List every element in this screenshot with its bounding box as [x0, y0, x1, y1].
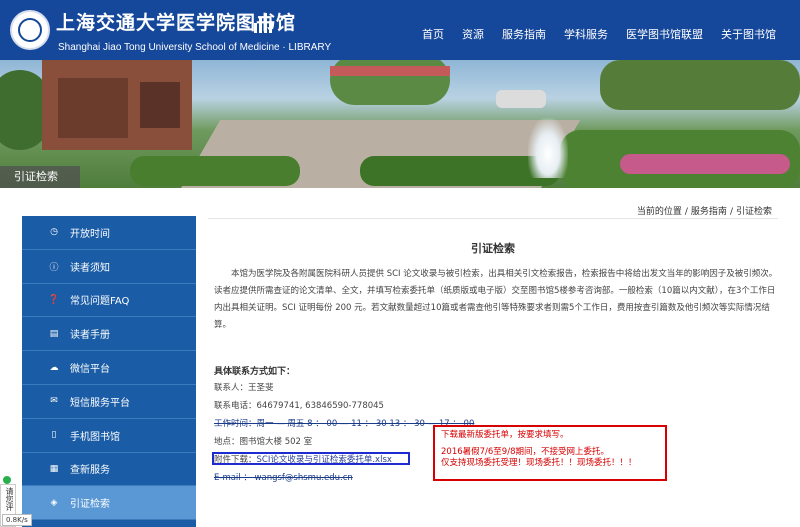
service-description: 本馆为医学院及各附属医院科研人员提供 SCI 论文收录与被引检索，出具相关引文检…	[214, 269, 778, 330]
sidebar-item-label: 读者手册	[70, 330, 110, 342]
network-speed-indicator: 0.8K/s	[2, 514, 32, 526]
nav-resources[interactable]: 资源	[462, 26, 484, 42]
sidebar-item-opening-hours[interactable]: ◷ 开放时间	[22, 216, 196, 250]
notice-onsite-only: 仅支持现场委托受理！现场委托！！现场委托！！！	[441, 458, 637, 468]
phone-icon: ▯	[51, 430, 57, 441]
breadcrumb: 当前的位置 / 服务指南 / 引证检索	[636, 207, 772, 217]
sidebar-item-label: 微信平台	[70, 364, 110, 376]
status-dot-icon	[3, 476, 11, 484]
nav-about[interactable]: 关于图书馆	[721, 26, 776, 42]
nav-subject-services[interactable]: 学科服务	[564, 26, 608, 42]
sidebar-item-reader-notice[interactable]: ⓘ 读者须知	[22, 250, 196, 284]
nav-home[interactable]: 首页	[422, 26, 444, 42]
content-divider	[208, 218, 778, 219]
site-subtitle: Shanghai Jiao Tong University School of …	[58, 42, 332, 53]
contact-phone: 联系电话：64679741, 63846590-778045	[214, 401, 384, 411]
contact-heading: 具体联系方式如下：	[214, 367, 296, 377]
sidebar-item-label: 手机图书馆	[70, 431, 120, 443]
sidebar-menu: ◷ 开放时间 ⓘ 读者须知 ❓ 常见问题FAQ ▤ 读者手册 ☁ 微信平台 ✉ …	[22, 216, 196, 527]
search-doc-icon: ▦	[49, 463, 59, 474]
sidebar-item-label: 常见问题FAQ	[70, 296, 130, 308]
campus-banner-image: 引证检索	[0, 60, 800, 188]
breadcrumb-citation-search[interactable]: 引证检索	[736, 207, 772, 217]
breadcrumb-current-location: 当前的位置	[636, 207, 682, 217]
sidebar-item-citation-search[interactable]: ◈ 引证检索	[22, 486, 196, 521]
info-icon: ⓘ	[49, 262, 59, 273]
site-header: 上海交通大学医学院图书馆 Shanghai Jiao Tong Universi…	[0, 0, 800, 66]
sidebar-item-mobile-library[interactable]: ▯ 手机图书馆	[22, 419, 196, 453]
university-logo[interactable]	[10, 10, 50, 50]
notice-box: 下载最新版委托单，按要求填写。 2016暑假7/6至9/8期间，不接受网上委托。…	[433, 425, 667, 481]
question-icon: ❓	[48, 294, 60, 305]
notice-download-instruction: 下载最新版委托单，按要求填写。	[441, 430, 569, 440]
page-title: 引证检索	[471, 242, 515, 255]
sidebar-item-novelty-search[interactable]: ▦ 查新服务	[22, 453, 196, 487]
nav-library-alliance[interactable]: 医学图书馆联盟	[626, 26, 703, 42]
contact-email[interactable]: E-mail ： wangsf@shsmu.edu.cn	[214, 471, 353, 483]
breadcrumb-service-guide[interactable]: 服务指南	[691, 207, 727, 217]
message-icon: ✉	[50, 396, 58, 407]
shield-icon: ◈	[50, 497, 58, 508]
sidebar-item-sms-service[interactable]: ✉ 短信服务平台	[22, 385, 196, 419]
nav-service-guide[interactable]: 服务指南	[502, 26, 546, 42]
main-nav: 首页 资源 服务指南 学科服务 医学图书馆联盟 关于图书馆	[422, 26, 776, 42]
sidebar-item-reader-handbook[interactable]: ▤ 读者手册	[22, 317, 196, 352]
notice-summer-period: 2016暑假7/6至9/8期间，不接受网上委托。	[441, 447, 609, 457]
wechat-icon: ☁	[49, 362, 59, 373]
contact-person: 联系人：王圣斐	[214, 383, 274, 393]
sidebar-item-label: 引证检索	[70, 499, 110, 511]
book-icon: ▤	[49, 328, 59, 339]
attachment-highlight-box	[212, 452, 410, 465]
clock-icon: ◷	[50, 227, 58, 238]
library-building-icon	[254, 13, 272, 33]
sidebar-item-label: 读者须知	[70, 262, 110, 274]
sidebar-item-label: 开放时间	[70, 228, 110, 240]
sidebar-item-wechat[interactable]: ☁ 微信平台	[22, 351, 196, 385]
sidebar-item-label: 短信服务平台	[70, 397, 130, 409]
sidebar-item-label: 查新服务	[70, 465, 110, 477]
contact-address: 地点：图书馆大楼 502 室	[214, 437, 313, 447]
banner-page-label: 引证检索	[0, 166, 80, 188]
sidebar-item-faq[interactable]: ❓ 常见问题FAQ	[22, 284, 196, 318]
